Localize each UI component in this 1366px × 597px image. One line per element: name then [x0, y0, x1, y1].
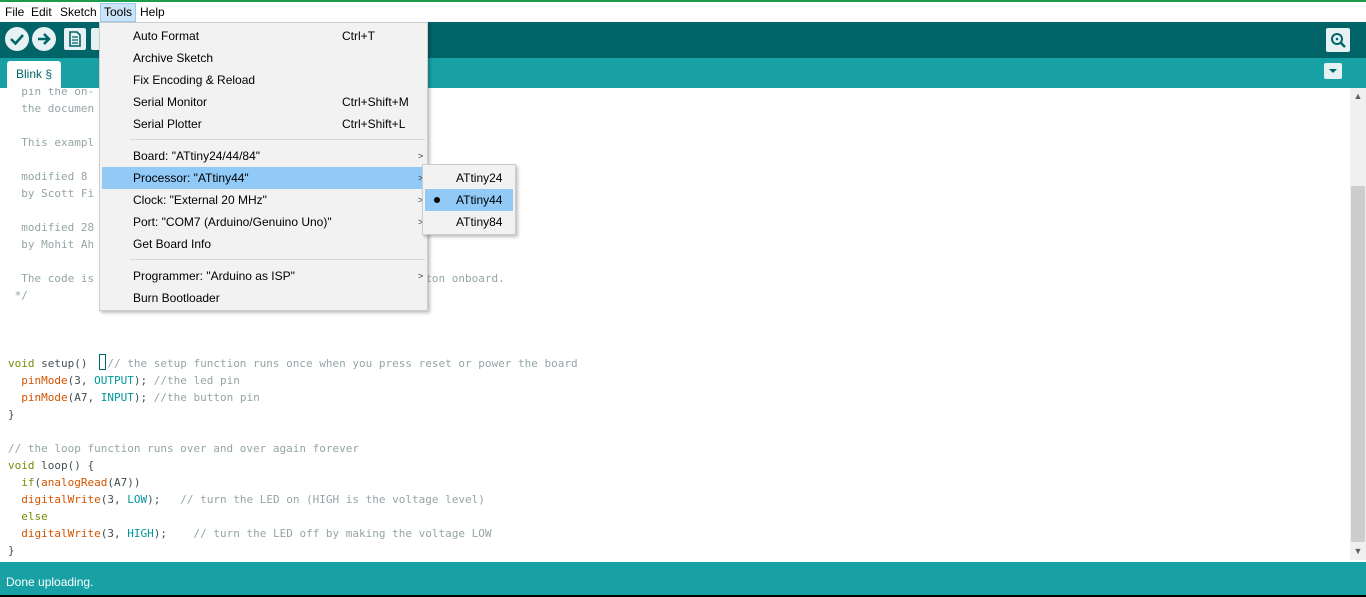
tools-menu: Auto Format Ctrl+T Archive Sketch Fix En…: [99, 22, 428, 311]
menu-item-burn-bootloader[interactable]: Burn Bootloader: [102, 287, 425, 309]
processor-submenu: ATtiny24 ATtiny44 ATtiny84: [422, 164, 516, 235]
status-message: Done uploading.: [6, 575, 94, 589]
submenu-item-attiny24[interactable]: ATtiny24: [425, 167, 513, 189]
radio-selected-icon: [434, 197, 440, 203]
status-bar: Done uploading.: [0, 560, 1366, 597]
chevron-down-icon: [1329, 69, 1337, 73]
menu-bar: File Edit Sketch Tools Help: [0, 0, 1366, 22]
code-line-pinmode-led: pinMode(3, OUTPUT); //the led pin: [21, 374, 240, 387]
menu-item-serial-plotter[interactable]: Serial Plotter Ctrl+Shift+L: [102, 113, 425, 135]
scroll-up-icon[interactable]: ▲: [1350, 88, 1366, 105]
upload-icon: [38, 33, 51, 45]
new-icon: [69, 31, 81, 47]
code-line: modified 8: [8, 170, 88, 183]
menu-item-processor[interactable]: Processor: "ATtiny44" >: [102, 167, 425, 189]
vertical-scrollbar[interactable]: ▲ ▼: [1350, 88, 1366, 560]
scroll-thumb[interactable]: [1351, 186, 1365, 542]
menu-item-board[interactable]: Board: "ATtiny24/44/84" >: [102, 145, 425, 167]
tab-menu-button[interactable]: [1324, 63, 1342, 79]
menu-item-fix-encoding[interactable]: Fix Encoding & Reload: [102, 69, 425, 91]
menu-item-auto-format[interactable]: Auto Format Ctrl+T: [102, 25, 425, 47]
menu-file[interactable]: File: [2, 3, 27, 22]
code-line-write-high: digitalWrite(3, HIGH); // turn the LED o…: [21, 527, 492, 540]
code-line: // the loop function runs over and over …: [8, 442, 359, 455]
code-line: the documen: [8, 102, 95, 115]
menu-item-clock[interactable]: Clock: "External 20 MHz" >: [102, 189, 425, 211]
code-line: */: [8, 289, 28, 302]
menu-item-serial-monitor[interactable]: Serial Monitor Ctrl+Shift+M: [102, 91, 425, 113]
menu-item-archive-sketch[interactable]: Archive Sketch: [102, 47, 425, 69]
menu-separator: [130, 139, 425, 140]
shortcut: Ctrl+Shift+L: [342, 117, 406, 131]
code-line-loop: void loop() {: [8, 459, 95, 472]
new-button[interactable]: [64, 28, 86, 50]
menu-sketch[interactable]: Sketch: [57, 3, 100, 22]
tab-blink[interactable]: Blink §: [7, 61, 61, 88]
shortcut: Ctrl+T: [342, 29, 375, 43]
verify-icon: [10, 34, 24, 46]
code-line: This exampl: [8, 136, 95, 149]
serial-monitor-button[interactable]: [1326, 28, 1350, 52]
bracket-highlight: [99, 354, 106, 370]
code-line-pinmode-button: pinMode(A7, INPUT); //the button pin: [21, 391, 260, 404]
menu-edit[interactable]: Edit: [28, 3, 55, 22]
serial-monitor-icon: [1331, 33, 1346, 48]
upload-button[interactable]: [32, 27, 56, 51]
menu-help[interactable]: Help: [137, 3, 168, 22]
menu-separator: [130, 259, 425, 260]
code-line: by Mohit Ah: [8, 238, 95, 251]
menu-item-programmer[interactable]: Programmer: "Arduino as ISP" >: [102, 265, 425, 287]
submenu-item-attiny84[interactable]: ATtiny84: [425, 211, 513, 233]
menu-item-port[interactable]: Port: "COM7 (Arduino/Genuino Uno)" >: [102, 211, 425, 233]
code-line-write-low: digitalWrite(3, LOW); // turn the LED on…: [21, 493, 485, 506]
code-line-else: else: [21, 510, 48, 523]
code-line-setup: void setup() // the setup function runs …: [8, 357, 578, 370]
shortcut: Ctrl+Shift+M: [342, 95, 409, 109]
code-line: modified 28: [8, 221, 95, 234]
chevron-right-icon: >: [418, 271, 424, 281]
menu-tools[interactable]: Tools: [100, 3, 137, 22]
code-line: }: [8, 544, 15, 557]
menu-item-get-board-info[interactable]: Get Board Info: [102, 233, 425, 255]
code-line-if: if(analogRead(A7)): [21, 476, 141, 489]
code-line: }: [8, 408, 15, 421]
submenu-item-attiny44[interactable]: ATtiny44: [425, 189, 513, 211]
code-line: by Scott Fi: [8, 187, 95, 200]
verify-button[interactable]: [5, 27, 29, 51]
scroll-down-icon[interactable]: ▼: [1350, 543, 1366, 560]
